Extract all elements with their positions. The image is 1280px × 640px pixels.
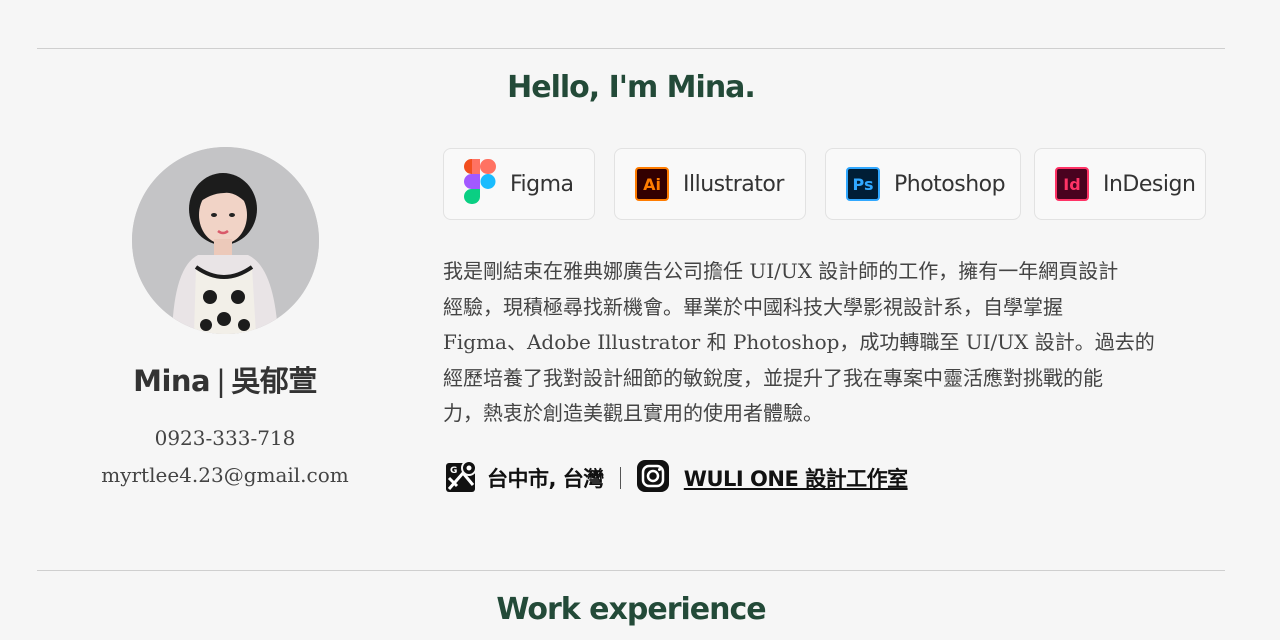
photoshop-icon: Ps [846,167,880,201]
email-address: myrtlee4.23@gmail.com [101,463,349,487]
studio-link[interactable]: WULI ONE 設計工作室 [684,463,908,493]
contact-row: G 台中市, 台灣 WULI ONE 設計工作室 [445,459,908,497]
tool-label: Figma [510,171,574,197]
name-separator: | [216,364,226,398]
bio-paragraph: 我是剛結束在雅典娜廣告公司擔任 UI/UX 設計師的工作，擁有一年網頁設計 經驗… [443,254,1218,432]
bio-line: 經驗，現積極尋找新機會。畢業於中國科技大學影視設計系，自學掌握 [443,294,1063,319]
instagram-icon[interactable] [636,460,669,496]
hero-title: Hello, I'm Mina. [507,70,756,105]
profile-name-zh: 吳郁萱 [231,364,317,398]
map-icon: G [445,459,478,497]
tool-label: Photoshop [894,171,1006,197]
bio-line: 我是剛結束在雅典娜廣告公司擔任 UI/UX 設計師的工作，擁有一年網頁設計 [443,259,1119,283]
tool-label: InDesign [1103,171,1196,197]
profile-name: Mina | 吳郁萱 [60,358,390,400]
bio-line: Figma、Adobe Illustrator 和 Photoshop，成功轉職… [443,330,1155,354]
phone-number: 0923-333-718 [154,426,296,450]
svg-text:G: G [450,466,457,476]
bio-line: 力，熱衷於創造美觀且實用的使用者體驗。 [443,401,823,425]
top-divider [37,48,1225,49]
bottom-divider [37,570,1225,571]
section-title-work-experience: Work experience [496,592,766,627]
tool-label: Illustrator [683,171,784,197]
bio-line: 經歷培養了我對設計細節的敏銳度，並提升了我在專案中靈活應對挑戰的能 [443,365,1103,390]
tool-card-indesign: Id InDesign [1034,148,1206,220]
figma-icon [464,159,496,209]
tool-card-figma: Figma [443,148,595,220]
contact-divider [619,467,621,489]
avatar [132,147,319,334]
tool-card-illustrator: Ai Illustrator [614,148,806,220]
location-text: 台中市, 台灣 [487,467,604,491]
profile-name-en: Mina [133,364,211,398]
indesign-icon: Id [1055,167,1089,201]
tool-card-photoshop: Ps Photoshop [825,148,1021,220]
illustrator-icon: Ai [635,167,669,201]
